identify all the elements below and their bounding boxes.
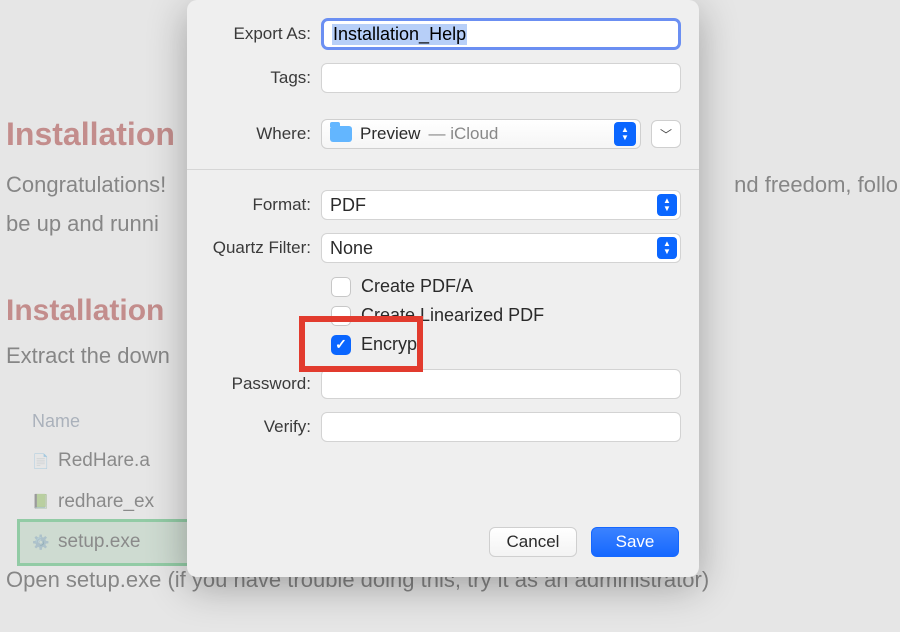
folder-icon	[330, 126, 352, 142]
format-popup[interactable]: PDF ▲▼	[321, 190, 681, 220]
checkbox-checked[interactable]: ✓	[331, 335, 351, 355]
checkbox-row-encrypt[interactable]: ✓ Encrypt	[331, 334, 681, 355]
password-label: Password:	[205, 374, 321, 394]
checkbox-unchecked[interactable]	[331, 277, 351, 297]
verify-label: Verify:	[205, 417, 321, 437]
where-popup[interactable]: Preview — iCloud ▲▼	[321, 119, 641, 149]
tags-label: Tags:	[205, 68, 321, 88]
export-as-input[interactable]: Installation_Help	[321, 18, 681, 50]
export-as-value: Installation_Help	[332, 24, 467, 45]
updown-icon: ▲▼	[614, 122, 636, 146]
quartz-filter-value: None	[330, 238, 373, 259]
cancel-button[interactable]: Cancel	[489, 527, 577, 557]
checkbox-label: Create PDF/A	[361, 276, 473, 297]
app-icon: 📄	[32, 453, 50, 469]
export-as-label: Export As:	[205, 24, 321, 44]
file-label: redhare_ex	[58, 488, 154, 517]
checkbox-row-linearized[interactable]: Create Linearized PDF	[331, 305, 681, 326]
exe-icon: ⚙️	[32, 534, 50, 550]
updown-icon: ▲▼	[657, 194, 677, 216]
checkbox-row-pdfa[interactable]: Create PDF/A	[331, 276, 681, 297]
checkbox-unchecked[interactable]	[331, 306, 351, 326]
file-label: RedHare.a	[58, 447, 150, 476]
verify-input[interactable]	[321, 412, 681, 442]
file-label: setup.exe	[58, 528, 140, 557]
format-label: Format:	[205, 195, 321, 215]
export-dialog: Export As: Installation_Help Tags: Where…	[187, 0, 699, 577]
dialog-button-bar: Cancel Save	[187, 527, 699, 577]
quartz-filter-label: Quartz Filter:	[205, 238, 321, 258]
checkbox-label: Create Linearized PDF	[361, 305, 544, 326]
save-button[interactable]: Save	[591, 527, 679, 557]
expand-button[interactable]: ﹀	[651, 120, 681, 148]
where-folder-name: Preview	[360, 124, 420, 144]
password-input[interactable]	[321, 369, 681, 399]
format-value: PDF	[330, 195, 366, 216]
tags-input[interactable]	[321, 63, 681, 93]
xls-icon: 📗	[32, 494, 50, 510]
where-label: Where:	[205, 124, 321, 144]
updown-icon: ▲▼	[657, 237, 677, 259]
quartz-filter-popup[interactable]: None ▲▼	[321, 233, 681, 263]
where-suffix: — iCloud	[428, 124, 498, 144]
chevron-down-icon: ﹀	[660, 126, 672, 143]
checkbox-label: Encrypt	[361, 334, 422, 355]
